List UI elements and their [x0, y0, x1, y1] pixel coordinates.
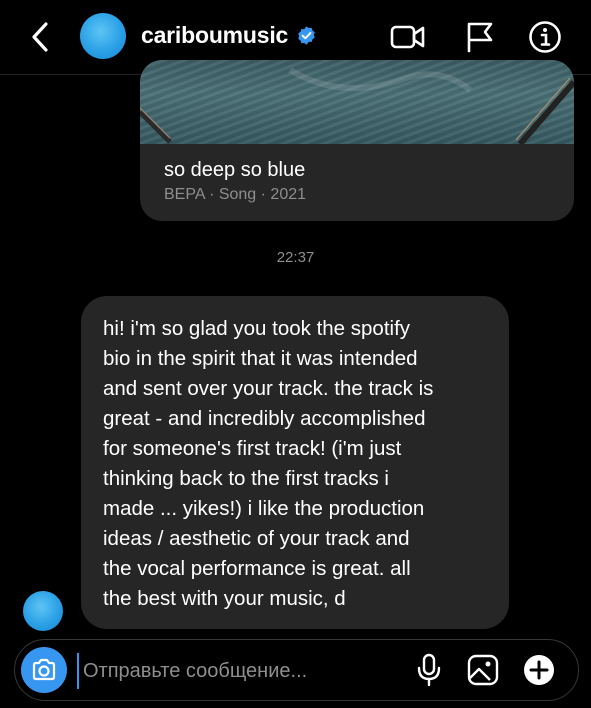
message-bubble[interactable]: hi! i'm so glad you took the spotify bio… — [81, 296, 509, 629]
flag-icon — [467, 22, 493, 53]
message-composer — [14, 639, 579, 701]
add-button[interactable] — [521, 652, 557, 688]
plus-circle-icon — [524, 655, 554, 685]
track-title: so deep so blue — [164, 159, 306, 181]
gallery-button[interactable] — [465, 652, 501, 688]
username: cariboumusic — [141, 22, 289, 48]
info-button[interactable] — [527, 20, 563, 54]
image-gallery-icon — [467, 654, 499, 686]
message-input[interactable] — [77, 653, 405, 689]
video-camera-icon — [390, 25, 425, 49]
track-subtitle: BEPA · Song · 2021 — [164, 186, 307, 203]
camera-icon — [32, 658, 56, 681]
avatar[interactable] — [80, 13, 126, 59]
track-cover-art — [140, 67, 574, 146]
chevron-left-icon — [32, 22, 48, 52]
message-timestamp: 22:37 — [276, 249, 315, 266]
camera-button[interactable] — [21, 647, 67, 693]
back-button[interactable] — [26, 20, 54, 54]
voice-message-button[interactable] — [411, 652, 447, 688]
shared-track-card[interactable]: so deep so blue BEPA · Song · 2021 — [140, 60, 574, 221]
video-call-button[interactable] — [390, 20, 426, 54]
profile-name-link[interactable]: cariboumusic — [141, 22, 317, 49]
report-button[interactable] — [462, 20, 498, 54]
sender-avatar[interactable] — [23, 591, 63, 631]
info-icon — [529, 21, 561, 53]
verified-badge-icon — [298, 26, 315, 45]
track-cover-image — [140, 60, 574, 146]
microphone-icon — [417, 653, 441, 687]
message-text: hi! i'm so glad you took the spotify bio… — [103, 317, 434, 610]
